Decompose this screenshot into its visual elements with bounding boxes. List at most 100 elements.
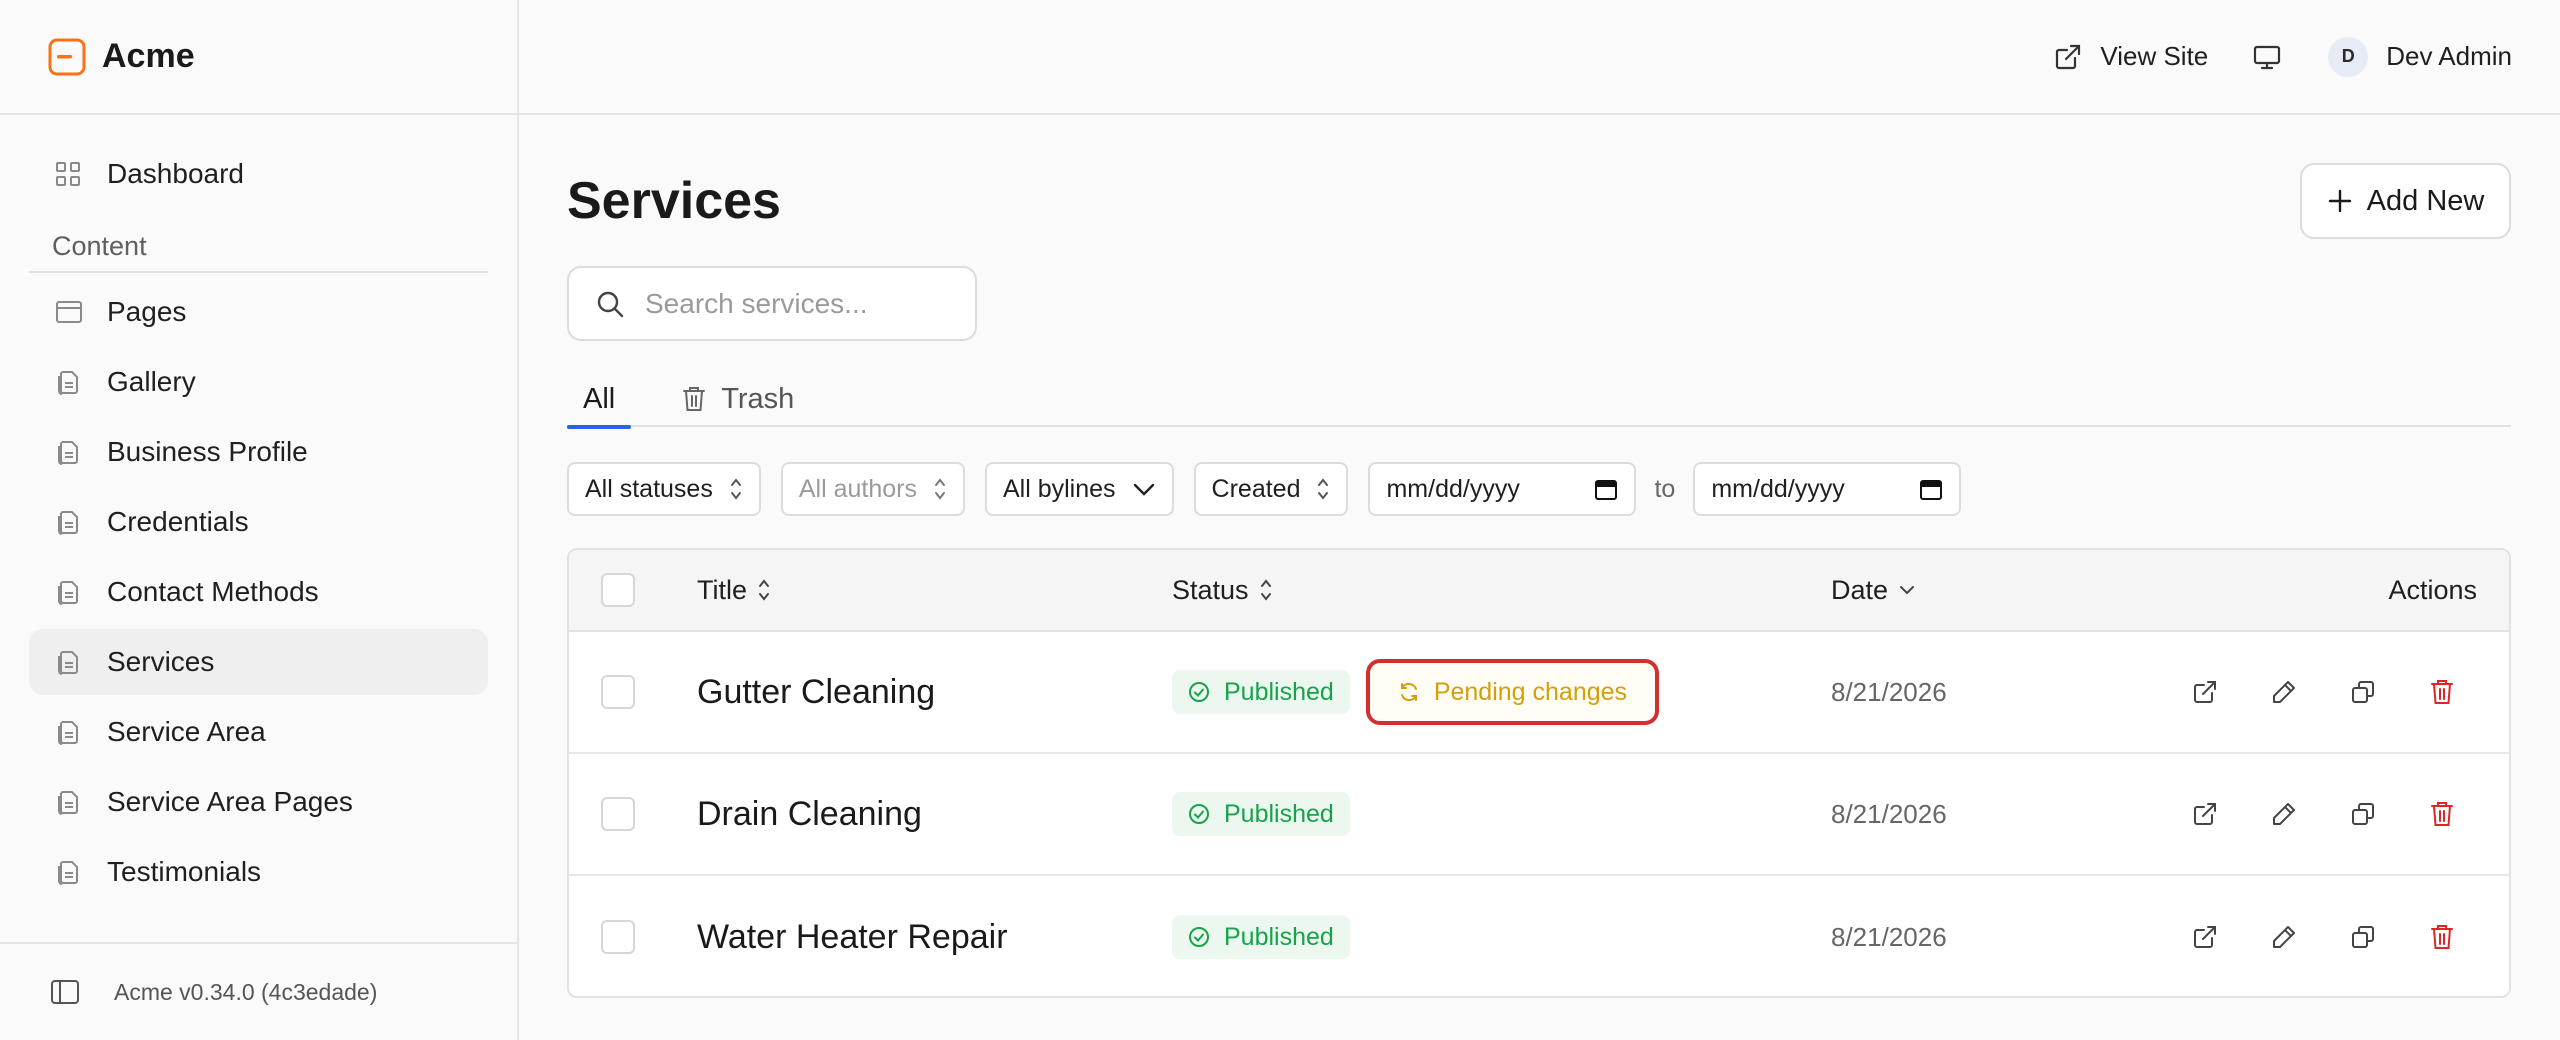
status-filter-select[interactable]: All statuses xyxy=(567,462,761,516)
page-title: Services xyxy=(567,172,781,230)
user-menu[interactable]: D Dev Admin xyxy=(2328,36,2512,77)
check-circle-icon xyxy=(1188,926,1210,948)
row-title[interactable]: Water Heater Repair xyxy=(697,918,1008,957)
trash-icon xyxy=(681,385,707,413)
brand[interactable]: Acme xyxy=(0,0,517,115)
sidebar-item-label: Pages xyxy=(107,296,187,327)
row-status: Published xyxy=(1172,792,1350,836)
edit-pencil-icon[interactable] xyxy=(2268,676,2300,708)
duplicate-icon[interactable] xyxy=(2347,921,2379,953)
tab-label: All xyxy=(583,382,616,415)
row-date: 8/21/2026 xyxy=(1831,798,1947,829)
delete-trash-icon[interactable] xyxy=(2426,921,2458,953)
view-site-link[interactable]: View Site xyxy=(2054,41,2208,72)
date-column-header[interactable]: Date xyxy=(1831,575,1916,606)
status-label: Published xyxy=(1224,677,1334,706)
sidebar-item-credentials[interactable]: Credentials xyxy=(29,489,488,555)
sidebar-item-business-profile[interactable]: Business Profile xyxy=(29,419,488,485)
row-title[interactable]: Gutter Cleaning xyxy=(697,673,935,712)
column-label: Date xyxy=(1831,574,1889,605)
document-stack-icon xyxy=(55,509,81,535)
authors-filter-select[interactable]: All authors xyxy=(780,462,965,516)
edit-pencil-icon[interactable] xyxy=(2268,921,2300,953)
open-external-icon[interactable] xyxy=(2189,798,2221,830)
bylines-filter-select[interactable]: All bylines xyxy=(984,462,1174,516)
pending-changes-badge[interactable]: Pending changes xyxy=(1365,659,1660,725)
filter-bar: All statuses All authors All bylines Cre… xyxy=(567,462,1962,516)
date-to-input[interactable]: mm/dd/yyyy xyxy=(1693,462,1962,516)
row-actions xyxy=(2189,798,2458,830)
duplicate-icon[interactable] xyxy=(2347,798,2379,830)
pending-label: Pending changes xyxy=(1433,677,1628,706)
status-label: Published xyxy=(1224,922,1334,951)
row-checkbox[interactable] xyxy=(601,920,635,954)
sidebar-item-services[interactable]: Services xyxy=(29,629,488,695)
sidebar-toggle-icon[interactable] xyxy=(50,978,80,1006)
sidebar-nav: Dashboard Content Pages Gallery Business… xyxy=(0,141,517,905)
user-name: Dev Admin xyxy=(2386,41,2512,71)
select-all-checkbox[interactable] xyxy=(601,573,635,607)
app-version: Acme v0.34.0 (4c3edade) xyxy=(114,978,378,1005)
sidebar-item-label: Gallery xyxy=(107,366,196,397)
row-status: Published Pending changes xyxy=(1172,659,1660,725)
status-badge: Published xyxy=(1172,670,1350,714)
browser-icon xyxy=(55,299,82,325)
edit-pencil-icon[interactable] xyxy=(2268,798,2300,830)
duplicate-icon[interactable] xyxy=(2347,676,2379,708)
delete-trash-icon[interactable] xyxy=(2426,676,2458,708)
sidebar-item-pages[interactable]: Pages xyxy=(29,279,488,345)
delete-trash-icon[interactable] xyxy=(2426,798,2458,830)
select-value: Created xyxy=(1211,474,1301,503)
document-stack-icon xyxy=(55,369,81,395)
table-row: Drain Cleaning Published 8/21/2026 xyxy=(569,754,2509,876)
row-checkbox[interactable] xyxy=(601,797,635,831)
brand-name: Acme xyxy=(102,37,195,75)
search-input[interactable] xyxy=(645,287,965,320)
table-row: Gutter Cleaning Published Pending change… xyxy=(569,632,2509,754)
sidebar-item-service-area[interactable]: Service Area xyxy=(29,699,488,765)
tabs: All Trash xyxy=(567,371,2511,429)
column-label: Title xyxy=(697,574,748,605)
sidebar-item-dashboard[interactable]: Dashboard xyxy=(29,141,488,207)
chevron-down-icon xyxy=(1898,584,1916,596)
select-value: All authors xyxy=(798,474,917,503)
select-value: All statuses xyxy=(585,474,713,503)
tab-trash[interactable]: Trash xyxy=(665,371,810,427)
add-new-button[interactable]: Add New xyxy=(2300,163,2511,239)
monitor-icon[interactable] xyxy=(2252,43,2282,71)
refresh-icon xyxy=(1398,681,1420,703)
search-icon xyxy=(595,289,625,319)
document-stack-icon xyxy=(55,579,81,605)
sort-arrows-icon xyxy=(757,577,771,603)
sort-field-select[interactable]: Created xyxy=(1193,462,1349,516)
status-column-header[interactable]: Status xyxy=(1172,575,1273,606)
sidebar-item-service-area-pages[interactable]: Service Area Pages xyxy=(29,769,488,835)
topbar: View Site D Dev Admin xyxy=(519,0,2560,115)
document-stack-icon xyxy=(55,859,81,885)
sidebar-item-label: Service Area xyxy=(107,716,266,747)
status-badge: Published xyxy=(1172,792,1350,836)
sort-arrows-icon xyxy=(933,476,947,502)
date-from-input[interactable]: mm/dd/yyyy xyxy=(1368,462,1637,516)
document-stack-icon xyxy=(55,649,81,675)
search-box xyxy=(567,266,977,341)
row-checkbox[interactable] xyxy=(601,675,635,709)
open-external-icon[interactable] xyxy=(2189,921,2221,953)
tab-all[interactable]: All xyxy=(567,371,632,429)
row-title[interactable]: Drain Cleaning xyxy=(697,795,922,834)
sort-arrows-icon xyxy=(729,476,743,502)
add-new-label: Add New xyxy=(2366,184,2485,217)
calendar-icon xyxy=(1594,477,1618,501)
tab-label: Trash xyxy=(721,382,795,415)
sidebar-item-contact-methods[interactable]: Contact Methods xyxy=(29,559,488,625)
services-table: Title Status Date Actions Gutter Cleanin… xyxy=(567,548,2511,998)
sidebar-item-gallery[interactable]: Gallery xyxy=(29,349,488,415)
sidebar-item-label: Service Area Pages xyxy=(107,786,353,817)
sidebar-footer: Acme v0.34.0 (4c3edade) xyxy=(0,942,517,1040)
title-column-header[interactable]: Title xyxy=(697,575,771,606)
row-actions xyxy=(2189,676,2458,708)
open-external-icon[interactable] xyxy=(2189,676,2221,708)
actions-column-header: Actions xyxy=(2388,574,2477,605)
sidebar-item-label: Services xyxy=(107,646,215,677)
sidebar-item-testimonials[interactable]: Testimonials xyxy=(29,839,488,905)
